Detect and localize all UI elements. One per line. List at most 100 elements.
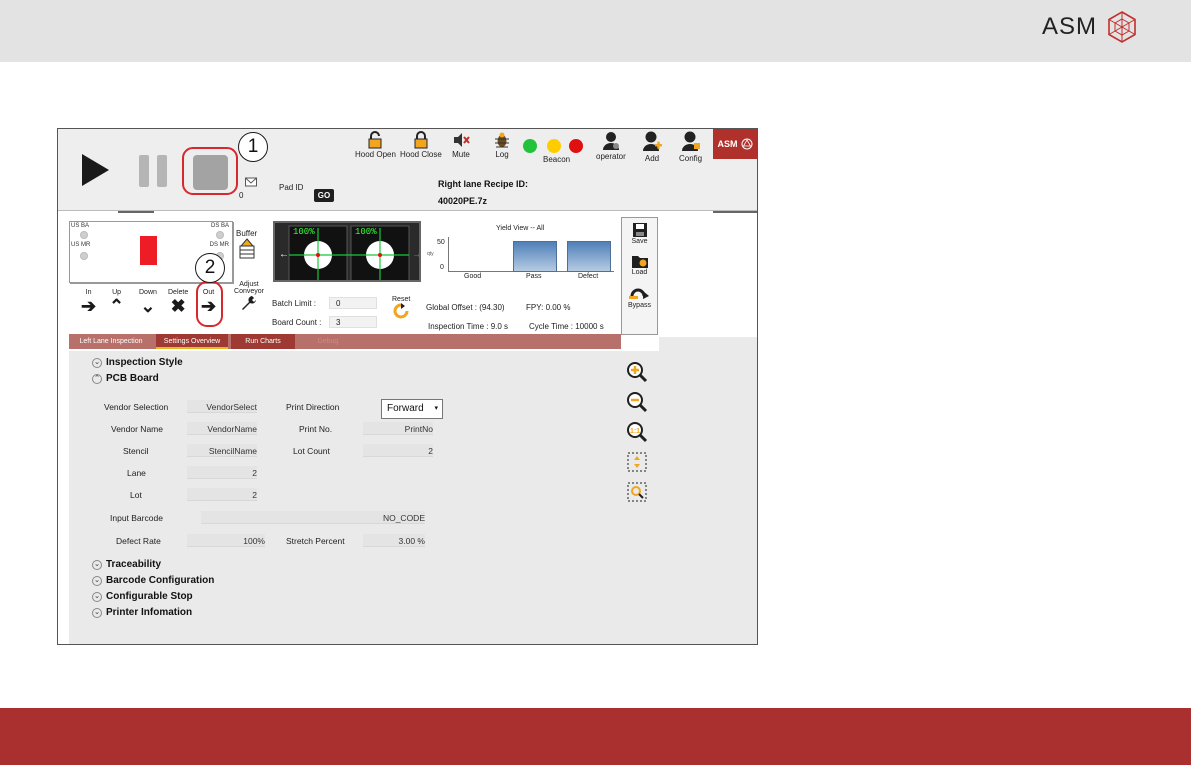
save-button[interactable]: Save: [622, 222, 657, 245]
go-button[interactable]: GO: [314, 189, 334, 202]
yield-view-title: Yield View -- All: [496, 225, 545, 232]
header-band: [0, 0, 1191, 62]
inspection-style-section[interactable]: ⌄ Inspection Style: [92, 357, 183, 368]
tab-run-charts[interactable]: Run Charts: [231, 334, 295, 349]
add-user-button[interactable]: Add: [642, 131, 662, 163]
yield-y-tick-bottom: 0: [440, 264, 444, 271]
beacon-button[interactable]: Beacon: [543, 154, 570, 164]
main-toolbar: 1 0 Pad ID GO Hood Open Hood Close Mute: [58, 129, 757, 211]
pause-button[interactable]: [139, 155, 167, 187]
us-mr-indicator: [80, 252, 88, 260]
stretch-percent-value: 3.00 %: [398, 536, 425, 546]
traceability-section[interactable]: ⌄ Traceability: [92, 559, 161, 570]
operator-button[interactable]: operator: [596, 131, 626, 161]
in-button[interactable]: In ➔: [81, 289, 96, 316]
hood-close-button[interactable]: Hood Close: [400, 131, 442, 159]
zoom-region-icon[interactable]: [626, 481, 648, 503]
board-count-label: Board Count :: [272, 318, 322, 327]
speaker-mute-icon: [454, 133, 470, 147]
chevron-down-icon: ⌄: [92, 575, 102, 586]
tab-debug[interactable]: Debug: [298, 334, 358, 349]
traceability-label: Traceability: [106, 559, 162, 570]
file-actions-bar: Save Load Bypass: [621, 217, 658, 335]
tab-left-lane-inspection[interactable]: Left Lane Inspection: [69, 334, 153, 349]
delete-x-icon: ✖: [170, 296, 186, 316]
config-button[interactable]: Config: [679, 131, 702, 163]
operator-label: operator: [596, 152, 626, 161]
vendor-selection-label: Vendor Selection: [104, 402, 169, 412]
board-count-value: 3: [336, 318, 341, 327]
play-button[interactable]: [82, 154, 109, 186]
buffer-control[interactable]: Buffer: [236, 229, 257, 260]
asm-badge-logo-icon: [741, 138, 752, 150]
yield-y-tick-top: 50: [437, 239, 445, 246]
go-label: GO: [317, 191, 331, 200]
us-ba-label: US BA: [71, 223, 90, 229]
bypass-icon: [628, 288, 649, 299]
chevron-down-icon: ⌄: [92, 357, 102, 368]
stretch-percent-label: Stretch Percent: [286, 536, 345, 546]
pan-select-icon[interactable]: [626, 451, 648, 473]
zoom-out-icon[interactable]: [626, 391, 648, 413]
chevron-down-icon: ⌄: [140, 296, 156, 316]
reset-label: Reset: [392, 296, 411, 303]
toolbar-divider-right: [713, 211, 757, 213]
lot-label: Lot: [130, 490, 142, 500]
bug-icon: [495, 132, 509, 148]
delete-label: Delete: [168, 289, 189, 296]
load-button[interactable]: Load: [622, 253, 657, 276]
buffer-label: Buffer: [236, 229, 258, 238]
up-label: Up: [112, 289, 122, 296]
lock-closed-icon: [414, 131, 428, 149]
toolbar-divider-left: [118, 211, 154, 213]
tab-settings-overview[interactable]: Settings Overview: [156, 334, 228, 349]
bypass-label: Bypass: [628, 302, 651, 309]
zoom-tools: 1:1: [626, 361, 648, 503]
pcb-board-section[interactable]: ⌃ PCB Board: [92, 373, 159, 384]
recipe-id-label: Right lane Recipe ID:: [438, 179, 529, 189]
asm-logo-icon: [1108, 11, 1136, 43]
ds-mr-label: DS MR: [209, 242, 229, 248]
lane-label: Lane: [127, 468, 146, 478]
adjust-conveyor-button[interactable]: Adjust Conveyor: [229, 281, 269, 311]
hood-open-button[interactable]: Hood Open: [355, 131, 396, 159]
barcode-configuration-section[interactable]: ⌄ Barcode Configuration: [92, 575, 214, 586]
asm-badge-label: ASM: [717, 139, 738, 149]
log-button[interactable]: Log: [493, 131, 511, 159]
chevron-up-icon: ⌃: [109, 296, 125, 316]
barcode-configuration-label: Barcode Configuration: [106, 575, 215, 586]
configurable-stop-section[interactable]: ⌄ Configurable Stop: [92, 591, 193, 602]
batch-limit-value: 0: [336, 299, 341, 308]
lot-value: 2: [252, 490, 257, 500]
print-no-label: Print No.: [299, 424, 333, 434]
reset-button[interactable]: Reset: [392, 296, 410, 319]
us-ba-indicator: [80, 231, 88, 239]
delete-button[interactable]: Delete ✖: [168, 289, 188, 316]
fpy: FPY: 0.00 %: [526, 303, 571, 312]
down-button[interactable]: Down ⌄: [139, 289, 157, 316]
print-direction-select[interactable]: Forward ▾: [381, 399, 443, 419]
bypass-button[interactable]: Bypass: [622, 284, 657, 309]
mute-button[interactable]: Mute: [452, 131, 470, 159]
envelope-icon[interactable]: [245, 177, 257, 187]
user-config-icon: [681, 131, 700, 151]
zoom-in-icon[interactable]: [626, 361, 648, 383]
configurable-stop-label: Configurable Stop: [106, 591, 193, 602]
us-mr-label: US MR: [71, 242, 91, 248]
vendor-name-value: VendorName: [207, 424, 257, 434]
printer-infomation-section[interactable]: ⌄ Printer Infomation: [92, 607, 192, 618]
beacon-yellow-light: [547, 139, 561, 153]
slide: ASM 1 0 Pad ID GO Hood Open Hood Close M…: [0, 0, 1191, 765]
beacon-label: Beacon: [543, 155, 571, 164]
camera-view: ← → 100% 100%: [273, 221, 421, 282]
save-label: Save: [631, 238, 648, 245]
up-button[interactable]: Up ⌃: [109, 289, 124, 316]
chevron-down-icon: ⌄: [92, 607, 102, 618]
defect-rate-value: 100%: [243, 536, 265, 546]
footer-band: [0, 708, 1191, 765]
zoom-actual-size-icon[interactable]: 1:1: [626, 421, 648, 443]
print-no-value: PrintNo: [404, 424, 433, 434]
ds-ba-indicator: [216, 231, 224, 239]
yield-category-defect: Defect: [578, 273, 599, 280]
load-folder-icon: [631, 256, 648, 268]
